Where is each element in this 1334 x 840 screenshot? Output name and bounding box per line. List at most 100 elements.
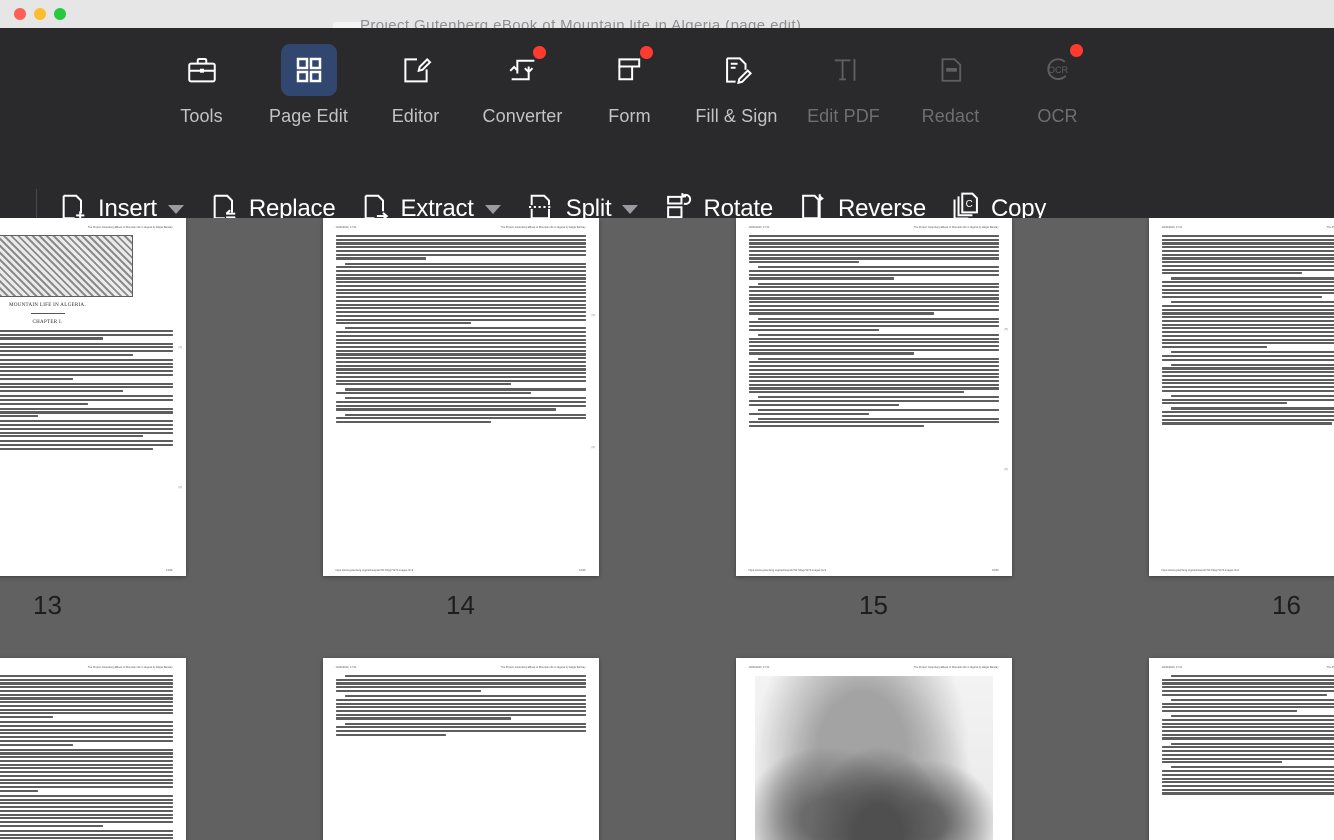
toolbar-item-tools[interactable]: Tools <box>148 44 255 127</box>
notification-badge <box>1069 44 1083 57</box>
page-thumbnail[interactable]: 14/06/2023, 17:21 The Project Gutenberg … <box>1148 658 1334 840</box>
thumbnail-cell[interactable]: 14/06/2023, 17:21 The Project Gutenberg … <box>667 218 1080 658</box>
thumbnail-cell[interactable]: 14/06/2023, 17:21 The Project Gutenberg … <box>254 218 667 658</box>
page-header-title: The Project Gutenberg EBook of Mountain … <box>87 226 173 229</box>
side-note: [3] <box>591 314 595 317</box>
page-header-title: The Project Gutenberg EBook of Mountain … <box>913 666 999 669</box>
thumbnail-cell[interactable]: 14/06/2023, 17:21 The Project Gutenberg … <box>254 658 667 840</box>
side-note: [5] <box>1004 328 1008 331</box>
page-header-title: The Project Gutenberg EBook of Mountain … <box>1326 666 1334 669</box>
thumbnail-cell[interactable]: 14/06/2023, 17:21 The Project Gutenberg … <box>0 658 254 840</box>
form-icon <box>602 44 658 96</box>
page-footer: https://www.gutenberg.org/cache/epub/711… <box>749 569 999 572</box>
page-header: 14/06/2023, 17:21 The Project Gutenberg … <box>1162 226 1334 230</box>
chapter-heading: CHAPTER I. <box>32 320 63 325</box>
page-header: 14/06/2023, 17:21 The Project Gutenberg … <box>1162 666 1334 670</box>
side-note: [6] <box>1004 468 1008 471</box>
page-header-title: The Project Gutenberg EBook of Mountain … <box>500 226 586 229</box>
page-number-label: 16 <box>1272 590 1301 620</box>
traffic-light-group <box>14 8 66 20</box>
page-body <box>1161 675 1334 795</box>
zoom-window-button[interactable] <box>54 8 66 20</box>
page-thumbnail[interactable]: 14/06/2023, 17:21 The Project Gutenberg … <box>322 218 599 576</box>
pencil-doc-icon <box>388 44 444 96</box>
page-body <box>0 675 173 840</box>
page-body <box>1161 235 1334 425</box>
page-thumbnail-canvas[interactable]: 14/06/2023, 17:21 The Project Gutenberg … <box>0 218 1334 840</box>
ocr-icon: OCR <box>1030 44 1086 96</box>
page-thumbnail[interactable]: 14/06/2023, 17:21 The Project Gutenberg … <box>0 658 186 840</box>
minimize-window-button[interactable] <box>34 8 46 20</box>
page-thumbnail[interactable]: 14/06/2023, 17:21 The Project Gutenberg … <box>1148 218 1334 576</box>
page-header: 14/06/2023, 17:21 The Project Gutenberg … <box>336 666 586 670</box>
chevron-down-icon[interactable] <box>167 204 184 214</box>
toolbar-item-redact[interactable]: Redact <box>897 44 1004 127</box>
notification-badge <box>639 46 653 59</box>
page-thumbnail[interactable]: 14/06/2023, 17:21 The Project Gutenberg … <box>735 658 1012 840</box>
page-header: 14/06/2023, 17:21 The Project Gutenberg … <box>0 666 173 670</box>
toolbar-item-ocr[interactable]: OCR OCR <box>1004 44 1111 127</box>
page-title-line: MOUNTAIN LIFE IN ALGERIA. <box>9 303 86 308</box>
page-number-label: 13 <box>33 590 62 620</box>
svg-text:C: C <box>966 199 973 210</box>
thumbnail-cell[interactable]: 14/06/2023, 17:21 The Project Gutenberg … <box>1080 218 1334 658</box>
thumbnail-cell[interactable]: 14/06/2023, 17:21 The Project Gutenberg … <box>667 658 1080 840</box>
page-body <box>748 235 999 428</box>
page-header: 14/06/2023, 17:21 The Project Gutenberg … <box>0 226 173 230</box>
toolbar-item-page-edit[interactable]: Page Edit <box>255 44 362 127</box>
toolbar-item-edit-pdf[interactable]: Edit PDF <box>790 44 897 127</box>
chevron-down-icon[interactable] <box>484 204 501 214</box>
page-body <box>335 235 586 424</box>
page-number-label: 14 <box>446 590 475 620</box>
page-header-title: The Project Gutenberg EBook of Mountain … <box>500 666 586 669</box>
side-note: [2] <box>178 486 182 489</box>
page-footer: https://www.gutenberg.org/cache/epub/711… <box>336 569 586 572</box>
page-header-title: The Project Gutenberg EBook of Mountain … <box>87 666 173 669</box>
page-thumbnail[interactable]: 14/06/2023, 17:21 The Project Gutenberg … <box>0 218 186 576</box>
page-header: 14/06/2023, 17:21 The Project Gutenberg … <box>749 226 999 230</box>
page-header: 14/06/2023, 17:21 The Project Gutenberg … <box>749 666 999 670</box>
footer-page-number: 14/49 <box>579 569 586 572</box>
svg-text:OCR: OCR <box>1047 65 1068 75</box>
footer-url: https://www.gutenberg.org/cache/epub/711… <box>335 569 413 572</box>
toolbar-item-label: OCR <box>1037 106 1078 126</box>
thumbnail-grid: 14/06/2023, 17:21 The Project Gutenberg … <box>0 218 1334 840</box>
page-header-date: 14/06/2023, 17:21 <box>1161 666 1183 669</box>
toolbar-item-editor[interactable]: Editor <box>362 44 469 127</box>
page-header-date: 14/06/2023, 17:21 <box>748 226 770 229</box>
page-thumbnail[interactable]: 14/06/2023, 17:21 The Project Gutenberg … <box>735 218 1012 576</box>
page-body <box>335 675 586 736</box>
page-header-date: 14/06/2023, 17:21 <box>335 226 357 229</box>
toolbar-item-fill-and-sign[interactable]: Fill & Sign <box>683 44 790 127</box>
close-window-button[interactable] <box>14 8 26 20</box>
toolbar-item-form[interactable]: Form <box>576 44 683 127</box>
sign-icon <box>709 44 765 96</box>
toolbar-item-label: Editor <box>391 106 440 126</box>
text-tool-icon <box>816 44 872 96</box>
toolbar-item-label: Tools <box>180 106 223 126</box>
page-number-label: 15 <box>859 590 888 620</box>
redact-icon <box>923 44 979 96</box>
window-titlebar: Project Gutenberg eBook of Mountain life… <box>0 0 1334 32</box>
side-note: [4] <box>591 446 595 449</box>
thumbnail-cell[interactable]: 14/06/2023, 17:21 The Project Gutenberg … <box>1080 658 1334 840</box>
toolbar-item-converter[interactable]: Converter <box>469 44 576 127</box>
page-thumbnail[interactable]: 14/06/2023, 17:21 The Project Gutenberg … <box>322 658 599 840</box>
page-header-title: The Project Gutenberg EBook of Mountain … <box>913 226 999 229</box>
toolbar-item-label: Converter <box>482 106 563 126</box>
page-header-title: The Project Gutenberg EBook of Mountain … <box>1326 226 1334 229</box>
thumbnail-cell[interactable]: 14/06/2023, 17:21 The Project Gutenberg … <box>0 218 254 658</box>
page-header: 14/06/2023, 17:21 The Project Gutenberg … <box>336 226 586 230</box>
footer-url: https://www.gutenberg.org/cache/epub/711… <box>748 569 826 572</box>
footer-page-number: 14/49 <box>166 569 173 572</box>
toolbar-item-label: Page Edit <box>269 106 348 126</box>
chevron-down-icon[interactable] <box>622 204 639 214</box>
page-header-date: 14/06/2023, 17:21 <box>1161 226 1183 229</box>
page-header-date: 14/06/2023, 17:21 <box>748 666 770 669</box>
footer-page-number: 15/49 <box>992 569 999 572</box>
toolbox-icon <box>174 44 230 96</box>
notification-badge <box>532 46 546 59</box>
page-footer: https://www.gutenberg.org/cache/epub/711… <box>1162 569 1334 572</box>
page-footer: https://www.gutenberg.org/cache/epub/711… <box>0 569 173 572</box>
page-illustration <box>754 676 993 840</box>
